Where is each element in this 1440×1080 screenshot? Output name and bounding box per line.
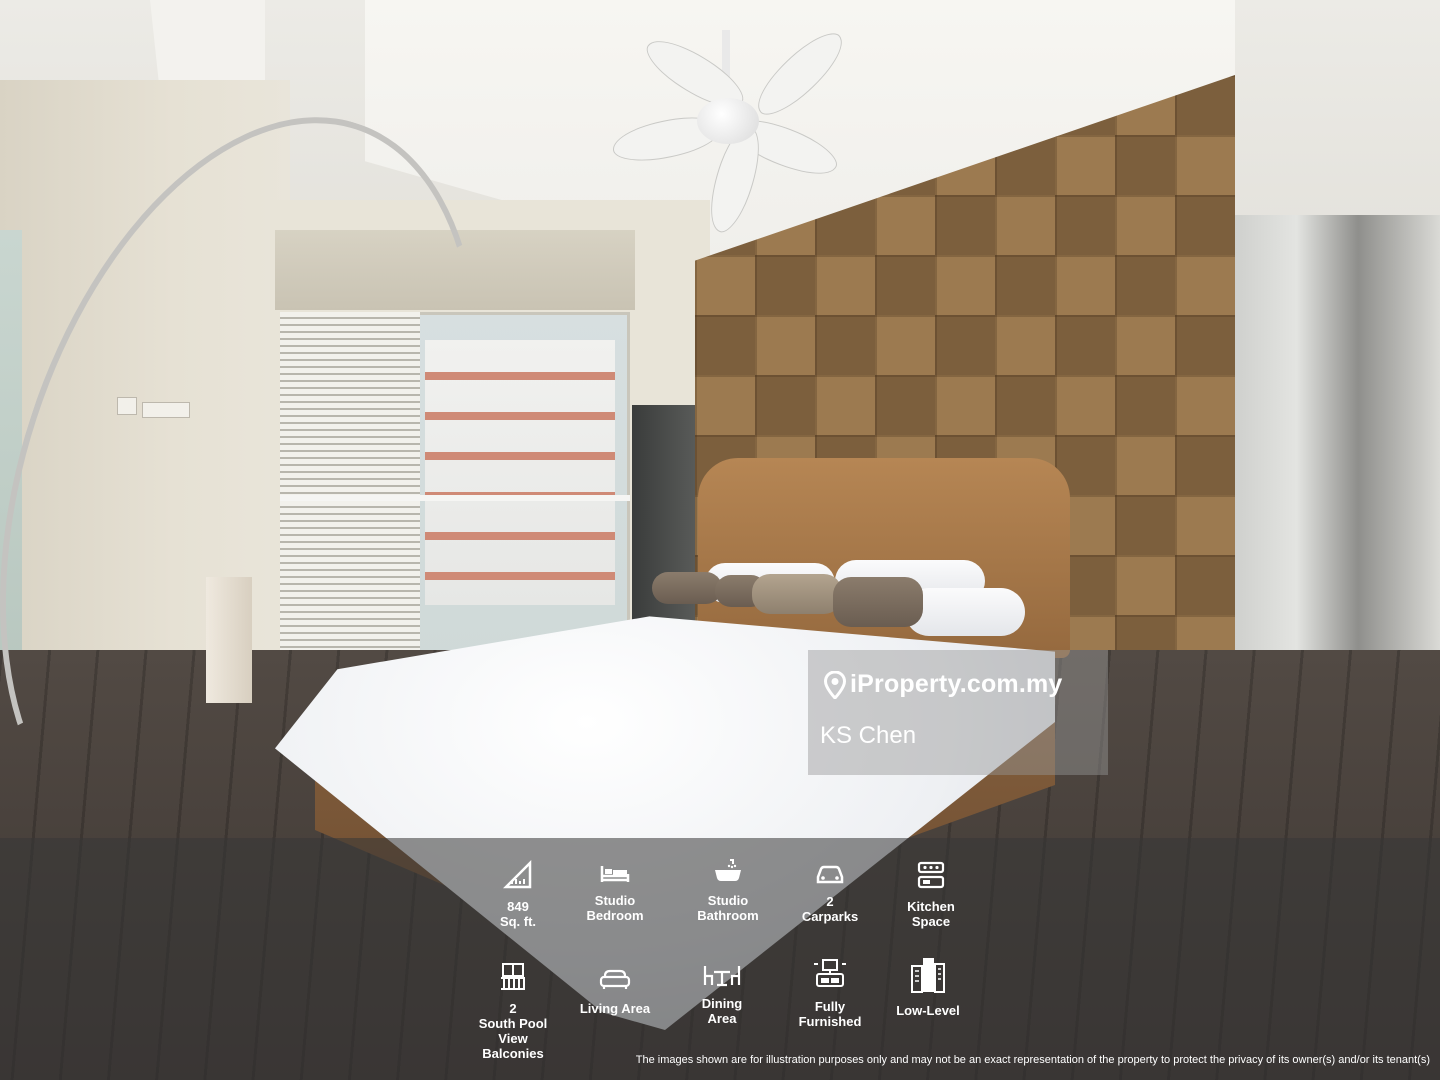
ceiling-fan <box>697 98 759 144</box>
car-icon <box>775 863 885 890</box>
kitchen-icon <box>876 860 986 895</box>
furnished-icon <box>775 958 885 995</box>
spec-item-carparks: 2 Carparks <box>775 863 885 924</box>
spec-label: Low-Level <box>896 1003 960 1018</box>
spec-item-level: Low-Level <box>873 956 983 1018</box>
balcony-icon <box>458 962 568 997</box>
spec-item-dining: Dining Area <box>667 963 777 1026</box>
brand-overlay: iProperty.com.my KS Chen <box>808 650 1108 775</box>
spec-label: Fully Furnished <box>798 999 862 1029</box>
spec-label: Dining Area <box>701 996 743 1026</box>
spec-item-furnished: Fully Furnished <box>775 958 885 1029</box>
spec-item-living: Living Area <box>560 968 670 1016</box>
spec-label: 849 Sq. ft. <box>499 899 537 929</box>
spec-label: Studio Bedroom <box>586 893 644 923</box>
spec-label: Kitchen Space <box>907 899 955 929</box>
cushion <box>652 572 722 604</box>
brand-name: iProperty.com.my <box>850 670 1063 698</box>
spec-label: 2 South Pool View Balconies <box>478 1001 548 1061</box>
bathtub-icon <box>673 858 783 889</box>
agent-name: KS Chen <box>820 722 917 749</box>
spec-item-bedroom: Studio Bedroom <box>560 862 670 923</box>
cushion <box>833 577 923 627</box>
spec-label: Studio Bathroom <box>697 893 759 923</box>
ruler-triangle-icon <box>463 859 573 895</box>
spec-item-balconies: 2 South Pool View Balconies <box>458 962 568 1061</box>
building-icon <box>873 956 983 999</box>
brand-row: iProperty.com.my <box>823 669 1063 700</box>
disclaimer-text: The images shown are for illustration pu… <box>635 1054 1430 1066</box>
spec-item-area: 849 Sq. ft. <box>463 859 573 929</box>
spec-item-kitchen: Kitchen Space <box>876 860 986 929</box>
spec-panel: 849 Sq. ft. Studio Bedroom Studio Bathro… <box>0 838 1440 1080</box>
spec-label: 2 Carparks <box>801 894 859 924</box>
mirrored-wardrobe <box>1235 215 1440 675</box>
spec-label: Living Area <box>579 1001 651 1016</box>
sofa-icon <box>560 968 670 997</box>
lamp-marble-base <box>206 577 252 703</box>
pillow <box>905 588 1025 636</box>
bed-icon <box>560 862 670 889</box>
cushion <box>752 574 842 614</box>
location-pin-icon <box>823 669 847 700</box>
dining-table-icon <box>667 963 777 992</box>
spec-item-bathroom: Studio Bathroom <box>673 858 783 923</box>
